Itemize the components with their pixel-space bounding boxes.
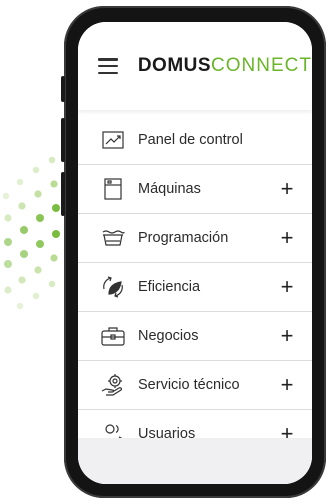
wash-tub-icon xyxy=(100,226,126,250)
app-header: DOMUSCONNECT xyxy=(78,22,312,110)
menu-footer xyxy=(78,438,312,484)
phone-screen: DOMUSCONNECT Panel de control Máquinas +… xyxy=(78,22,312,484)
menu-item-label: Panel de control xyxy=(138,132,243,148)
menu-item-label: Servicio técnico xyxy=(138,377,240,393)
menu-item-label: Máquinas xyxy=(138,181,201,197)
side-menu: Panel de control Máquinas + Programación… xyxy=(78,110,312,484)
trend-chart-icon xyxy=(100,128,126,152)
expand-plus-icon[interactable]: + xyxy=(278,325,296,347)
logo-light-text: CONNECT xyxy=(211,55,312,76)
stage: DOMUSCONNECT Panel de control Máquinas +… xyxy=(0,0,334,504)
expand-plus-icon[interactable]: + xyxy=(278,276,296,298)
menu-item-negocios[interactable]: Negocios + xyxy=(78,312,312,361)
menu-item-programacion[interactable]: Programación + xyxy=(78,214,312,263)
gear-hand-icon xyxy=(100,373,126,397)
phone-volume-up-button xyxy=(61,118,65,162)
phone-volume-down-button xyxy=(61,172,65,216)
menu-item-label: Eficiencia xyxy=(138,279,201,295)
menu-item-eficiencia[interactable]: Eficiencia + xyxy=(78,263,312,312)
expand-plus-icon[interactable]: + xyxy=(278,374,296,396)
menu-item-panel-de-control[interactable]: Panel de control xyxy=(78,116,312,165)
expand-plus-icon[interactable]: + xyxy=(278,178,296,200)
menu-item-servicio-tecnico[interactable]: Servicio técnico + xyxy=(78,361,312,410)
phone-frame: DOMUSCONNECT Panel de control Máquinas +… xyxy=(61,6,326,498)
recycle-leaf-icon xyxy=(100,275,126,299)
appliance-icon xyxy=(100,177,126,201)
phone-side-button xyxy=(61,76,65,102)
expand-plus-icon[interactable]: + xyxy=(278,227,296,249)
brand-logo[interactable]: DOMUSCONNECT xyxy=(138,55,312,77)
menu-item-maquinas[interactable]: Máquinas + xyxy=(78,165,312,214)
hamburger-icon[interactable] xyxy=(98,58,118,74)
logo-bold-text: DOMUS xyxy=(137,55,212,76)
menu-item-label: Programación xyxy=(138,230,229,246)
briefcase-icon xyxy=(100,324,126,348)
menu-item-label: Negocios xyxy=(138,328,199,344)
menu-list: Panel de control Máquinas + Programación… xyxy=(78,110,312,459)
